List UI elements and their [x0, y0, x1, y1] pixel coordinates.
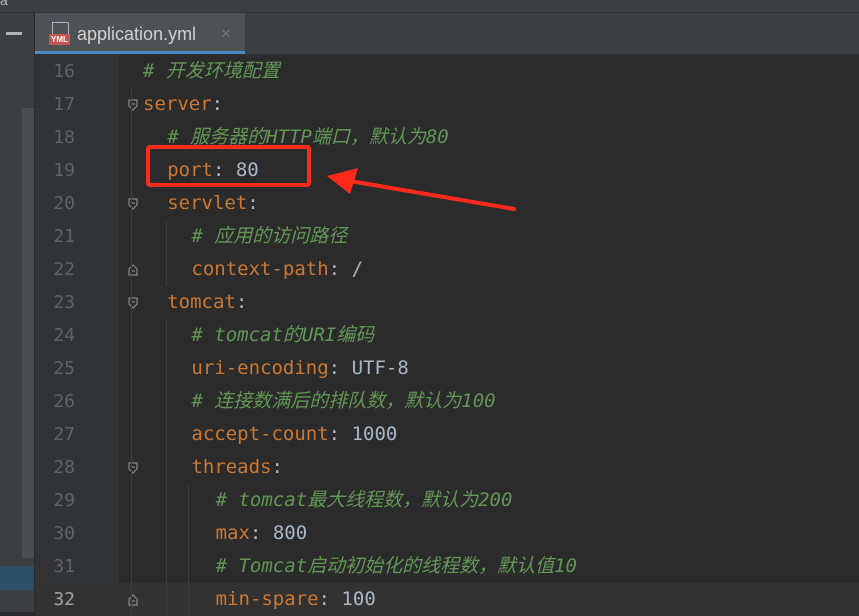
- annotation-arrow: [327, 168, 516, 211]
- indent-guide: [188, 484, 189, 616]
- indent-guide: [131, 88, 132, 616]
- indent-guide: [166, 319, 167, 616]
- indent-guide: [166, 220, 167, 286]
